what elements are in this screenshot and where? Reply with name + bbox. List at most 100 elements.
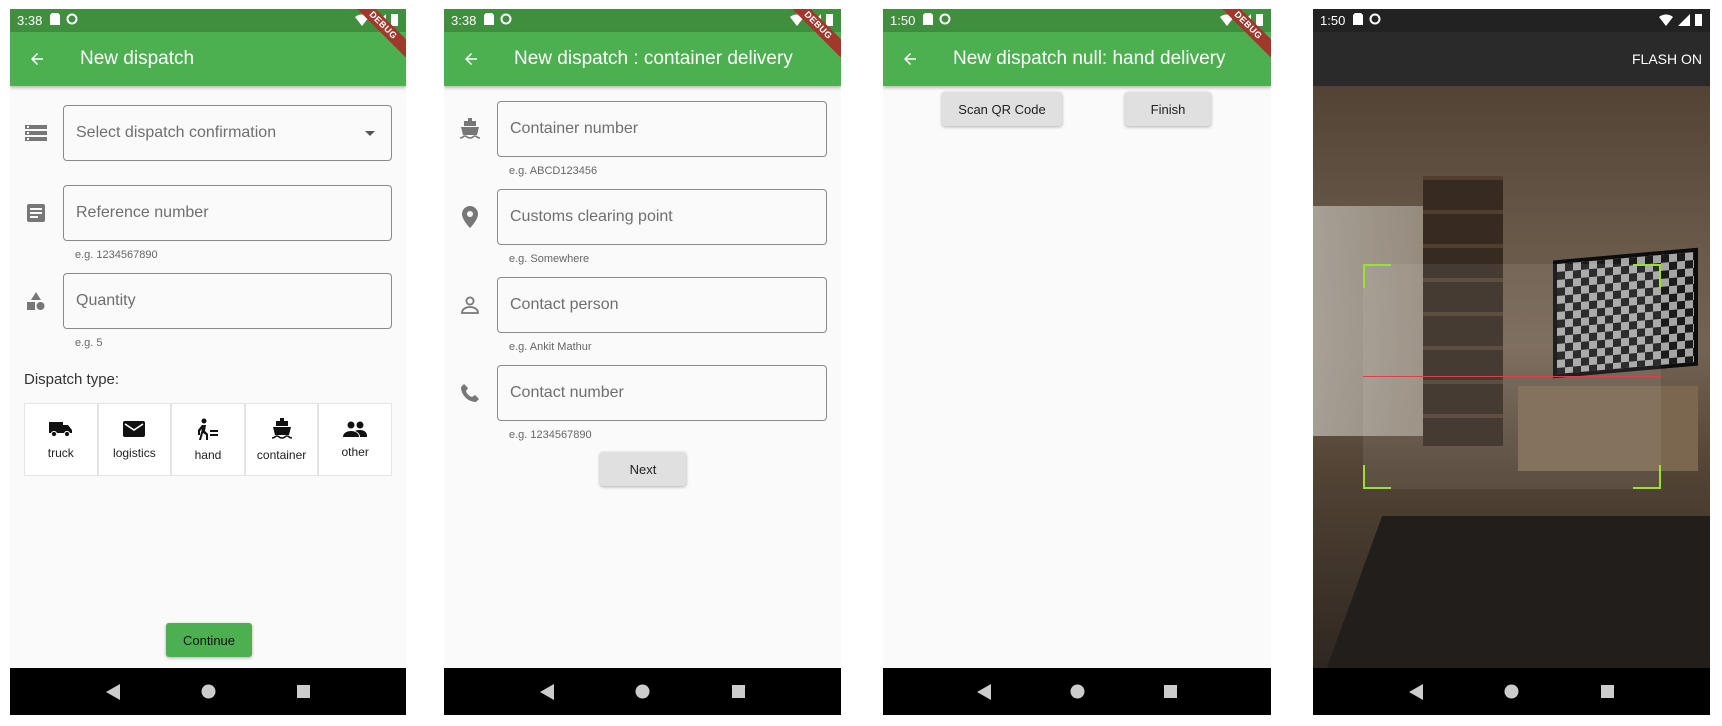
back-button[interactable] xyxy=(883,32,937,86)
arrow-back-icon xyxy=(904,53,916,65)
nav-recents-icon[interactable] xyxy=(297,685,311,698)
contact-person-field[interactable] xyxy=(497,277,827,333)
person-icon xyxy=(458,293,482,317)
finish-button[interactable]: Finish xyxy=(1125,92,1211,126)
status-bar: 3:38 xyxy=(444,9,841,32)
reference-helper: e.g. 1234567890 xyxy=(75,249,158,261)
nav-back-icon[interactable] xyxy=(1408,683,1423,700)
list-icon xyxy=(24,121,48,145)
reference-number-field[interactable] xyxy=(63,185,392,241)
customs-clearing-point-field[interactable] xyxy=(497,189,827,245)
nav-home-icon[interactable] xyxy=(1504,684,1519,699)
status-time: 1:50 xyxy=(890,13,916,28)
back-button[interactable] xyxy=(444,32,498,86)
contact-number-field[interactable] xyxy=(497,365,827,421)
scan-line xyxy=(1363,376,1661,377)
scanner-top-bar: 1:50 FLASH ON xyxy=(1313,9,1710,86)
dispatch-type-hand[interactable]: hand xyxy=(171,403,245,476)
ship-icon xyxy=(271,417,292,439)
nav-recents-icon[interactable] xyxy=(1601,685,1615,698)
scan-corner-bottom-left xyxy=(1363,465,1391,489)
nav-home-icon[interactable] xyxy=(1070,684,1085,699)
scan-qr-code-button[interactable]: Scan QR Code xyxy=(942,92,1062,126)
container-delivery-screen: 3:38 DEBUG New dispatch : container deli… xyxy=(444,9,841,715)
app-bar: New dispatch : container delivery xyxy=(444,32,841,86)
sync-icon xyxy=(939,13,951,28)
contact-person-input[interactable] xyxy=(498,278,826,332)
continue-button[interactable]: Continue xyxy=(166,623,252,657)
app-bar: New dispatch xyxy=(10,32,406,86)
status-bar: 3:38 xyxy=(10,9,406,32)
dispatch-type-other[interactable]: other xyxy=(318,403,392,476)
dispatch-type-logistics[interactable]: logistics xyxy=(97,403,172,476)
nav-back-icon[interactable] xyxy=(977,683,992,700)
dispatch-type-grid: truck logistics hand container other xyxy=(24,403,392,476)
signal-icon xyxy=(1678,13,1690,29)
dispatch-type-container[interactable]: container xyxy=(244,403,319,476)
dispatch-type-truck[interactable]: truck xyxy=(24,403,98,476)
reference-number-input[interactable] xyxy=(64,186,391,240)
arrow-back-icon xyxy=(31,53,43,65)
dispatch-type-label: Dispatch type: xyxy=(24,371,120,388)
dispatch-type-label: logistics xyxy=(113,445,156,460)
ship-icon xyxy=(458,117,482,141)
dispatch-type-label: hand xyxy=(194,447,222,462)
location-icon xyxy=(458,205,482,229)
status-time: 3:38 xyxy=(17,13,43,28)
flash-toggle-button[interactable]: FLASH ON xyxy=(1632,51,1702,67)
battery-icon xyxy=(1695,13,1702,29)
app-bar: New dispatch null: hand delivery xyxy=(883,32,1271,86)
mail-icon xyxy=(123,420,146,437)
nav-back-icon[interactable] xyxy=(105,683,120,700)
new-dispatch-screen: 3:38 DEBUG New dispatch Select dispatch … xyxy=(10,9,406,715)
page-title: New dispatch xyxy=(80,48,195,69)
truck-icon xyxy=(48,421,72,437)
hand-delivery-screen: 1:50 DEBUG New dispatch null: hand deliv… xyxy=(883,9,1271,715)
container-number-helper: e.g. ABCD123456 xyxy=(509,165,598,177)
status-time: 1:50 xyxy=(1320,13,1346,28)
sd-card-icon xyxy=(484,13,495,28)
contact-person-helper: e.g. Ankit Mathur xyxy=(509,341,592,353)
system-nav-bar xyxy=(10,668,406,715)
sd-card-icon xyxy=(923,13,934,28)
scan-corner-top-right xyxy=(1633,264,1661,288)
page-title: New dispatch : container delivery xyxy=(514,48,793,69)
system-nav-bar xyxy=(1313,668,1710,715)
customs-clearing-point-input[interactable] xyxy=(498,190,826,244)
container-number-input[interactable] xyxy=(498,102,826,156)
quantity-field[interactable] xyxy=(63,273,392,329)
contact-number-input[interactable] xyxy=(498,366,826,420)
nav-back-icon[interactable] xyxy=(539,683,554,700)
system-nav-bar xyxy=(883,668,1271,715)
phone-icon xyxy=(458,381,482,405)
dispatch-type-label: container xyxy=(256,447,307,462)
nav-recents-icon[interactable] xyxy=(1163,685,1177,698)
back-button[interactable] xyxy=(10,32,64,86)
sync-icon xyxy=(66,13,78,28)
nav-recents-icon[interactable] xyxy=(732,685,746,698)
next-button[interactable]: Next xyxy=(600,452,686,486)
sync-icon xyxy=(1369,13,1381,28)
wifi-icon xyxy=(1659,13,1673,29)
container-number-field[interactable] xyxy=(497,101,827,157)
status-bar: 1:50 xyxy=(1313,9,1710,32)
camera-preview xyxy=(1313,86,1710,668)
contact-number-helper: e.g. 1234567890 xyxy=(509,429,592,441)
quantity-input[interactable] xyxy=(64,274,391,328)
people-icon xyxy=(343,421,368,437)
scan-corner-top-left xyxy=(1363,264,1391,288)
arrow-back-icon xyxy=(465,53,477,65)
status-time: 3:38 xyxy=(451,13,477,28)
select-placeholder: Select dispatch confirmation xyxy=(76,124,277,141)
customs-clearing-point-helper: e.g. Somewhere xyxy=(509,253,590,265)
sync-icon xyxy=(500,13,512,28)
quantity-helper: e.g. 5 xyxy=(75,337,103,349)
nav-home-icon[interactable] xyxy=(201,684,216,699)
dispatch-type-label: truck xyxy=(47,445,74,460)
page-title: New dispatch null: hand delivery xyxy=(953,48,1226,69)
document-icon xyxy=(24,201,48,225)
nav-home-icon[interactable] xyxy=(635,684,650,699)
dispatch-confirmation-select[interactable]: Select dispatch confirmation xyxy=(63,105,392,161)
dropdown-arrow-icon xyxy=(365,131,375,136)
hand-delivery-icon xyxy=(197,418,218,440)
